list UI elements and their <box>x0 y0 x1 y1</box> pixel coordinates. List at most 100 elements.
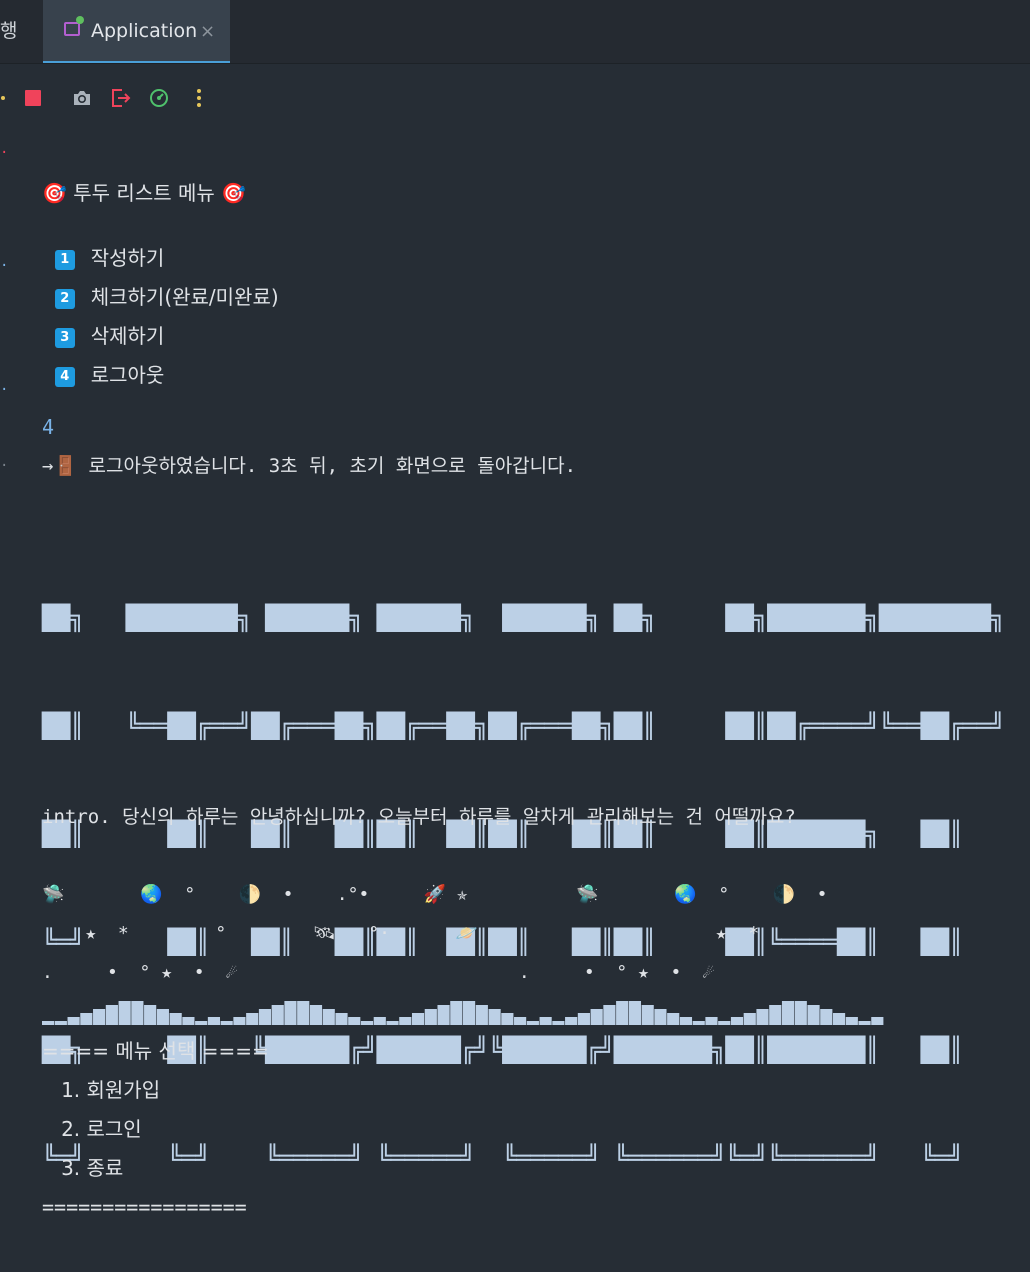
mountain-block <box>297 1001 310 1025</box>
menu-item-write: 1 작성하기 <box>42 219 164 270</box>
gutter-marker: · <box>0 382 9 398</box>
gutter-marker: · <box>0 258 9 274</box>
tab-run-partial[interactable]: 행 <box>0 0 17 63</box>
mountain-block <box>411 1013 425 1025</box>
mountain-block <box>463 1001 476 1025</box>
mountain-block <box>488 1009 501 1025</box>
main-menu-item-login: 2. 로그인 <box>42 1117 142 1141</box>
space-row-1: 🛸 🌏 ° 🌓 • .°• 🚀 ✯ 🛸 🌏 ° 🌓 • <box>42 884 828 905</box>
mountain-block <box>807 1005 820 1025</box>
mountain-block <box>858 1021 871 1025</box>
keycap-4-icon: 4 <box>54 367 75 387</box>
mountain-block <box>67 1017 80 1025</box>
main-menu-item-signup: 1. 회원가입 <box>42 1078 161 1102</box>
mountain-block <box>424 1009 437 1025</box>
mountain-block <box>450 1001 463 1025</box>
mountain-block <box>195 1021 208 1025</box>
mountain-block <box>667 1013 680 1025</box>
mountain-block <box>769 1005 782 1025</box>
user-input-echo: 4 <box>42 415 55 439</box>
mountain-block <box>309 1005 323 1025</box>
ascii-banner: ██╗ ████████╗ ██████╗ ██████╗ ██████╗ ██… <box>42 528 1030 1212</box>
mountain-block <box>207 1017 221 1025</box>
mountain-block <box>577 1013 590 1025</box>
mountain-block <box>322 1009 335 1025</box>
mountain-block <box>105 1005 118 1025</box>
mountain-block <box>590 1009 603 1025</box>
mountain-block <box>730 1017 744 1025</box>
mountain-block <box>565 1017 578 1025</box>
mountain-block <box>539 1017 552 1025</box>
mountain-silhouette <box>42 1001 884 1025</box>
menu-item-delete: 3 삭제하기 <box>42 297 164 348</box>
mountain-block <box>182 1017 195 1025</box>
mountain-block <box>360 1021 374 1025</box>
mountain-block <box>641 1005 654 1025</box>
mountain-block <box>692 1021 705 1025</box>
mountain-block <box>284 1001 297 1025</box>
mountain-block <box>616 1001 629 1025</box>
running-indicator-icon <box>76 16 84 24</box>
mountain-block <box>271 1005 284 1025</box>
close-icon[interactable]: × <box>200 0 215 63</box>
main-menu-item-exit: 3. 종료 <box>42 1156 124 1180</box>
mountain-block <box>118 1001 131 1025</box>
gutter-marker: · <box>0 145 9 161</box>
mountain-block <box>705 1017 718 1025</box>
menu-title: 🎯 투두 리스트 메뉴 🎯 <box>42 181 247 205</box>
mountain-block <box>781 1001 795 1025</box>
mountain-block <box>679 1017 693 1025</box>
menu-item-check: 2 체크하기(완료/미완료) <box>42 258 279 309</box>
banner-line: ██║ ╚══██╔══╝██╔═══██╗██╔══██╗██╔═══██╗█… <box>42 712 1030 740</box>
mountain-block <box>475 1005 488 1025</box>
mountain-block <box>437 1005 450 1025</box>
mountain-block <box>246 1013 259 1025</box>
mountain-block <box>794 1001 807 1025</box>
mountain-block <box>93 1009 106 1025</box>
mountain-block <box>80 1013 93 1025</box>
mountain-block <box>654 1009 667 1025</box>
mountain-block <box>603 1005 616 1025</box>
mountain-block <box>756 1009 769 1025</box>
mountain-block <box>832 1013 846 1025</box>
stop-icon[interactable] <box>22 87 44 109</box>
exit-icon[interactable] <box>110 87 132 109</box>
mountain-block <box>820 1009 833 1025</box>
mountain-block <box>169 1013 182 1025</box>
banner-line: ██╗ ████████╗ ██████╗ ██████╗ ██████╗ ██… <box>42 604 1030 632</box>
mountain-block <box>399 1017 412 1025</box>
mountain-block <box>131 1001 144 1025</box>
rerun-icon[interactable] <box>0 87 14 109</box>
mountain-block <box>335 1013 348 1025</box>
banner-line: ╚═╝ ╚═╝ ╚═════╝ ╚═════╝ ╚═════╝ ╚══════╝… <box>42 1144 1030 1172</box>
mountain-block <box>220 1021 233 1025</box>
mountain-block <box>718 1021 731 1025</box>
main-menu-footer: ================= <box>42 1195 247 1219</box>
mountain-block <box>526 1021 539 1025</box>
mountain-block <box>871 1017 884 1025</box>
application-icon <box>64 22 80 36</box>
menu-item-logout: 4 로그아웃 <box>42 336 164 387</box>
logout-message: →🚪 로그아웃하였습니다. 3초 뒤, 초기 화면으로 돌아갑니다. <box>42 455 577 477</box>
space-row-3: . • ° ★ • ☄ . • ° ★ • ☄ <box>42 962 714 983</box>
more-icon[interactable] <box>188 87 210 109</box>
mountain-block <box>42 1021 55 1025</box>
main-menu-header: ==== 메뉴 선택 ==== <box>42 1039 269 1063</box>
mountain-block <box>501 1013 514 1025</box>
mountain-block <box>628 1001 642 1025</box>
tab-application[interactable]: Application × <box>43 0 230 63</box>
mountain-block <box>514 1017 527 1025</box>
run-toolbar <box>0 80 260 116</box>
mountain-block <box>552 1021 565 1025</box>
mountain-block <box>144 1005 157 1025</box>
mountain-block <box>54 1021 67 1025</box>
intro-text: intro. 당신의 하루는 안녕하십니까? 오늘부터 하루를 알차게 관리해보… <box>42 806 796 828</box>
menu-item-label: 로그아웃 <box>90 363 165 387</box>
camera-icon[interactable] <box>71 87 93 109</box>
profiler-icon[interactable] <box>148 87 170 109</box>
mountain-block <box>373 1017 386 1025</box>
space-row-2: ★ * ° 🛰 °· 🪐 ★ * <box>42 923 760 944</box>
tab-bar: 행 Application × <box>0 0 1030 64</box>
gutter-marker: · <box>0 458 9 474</box>
tab-label: Application <box>91 20 198 42</box>
